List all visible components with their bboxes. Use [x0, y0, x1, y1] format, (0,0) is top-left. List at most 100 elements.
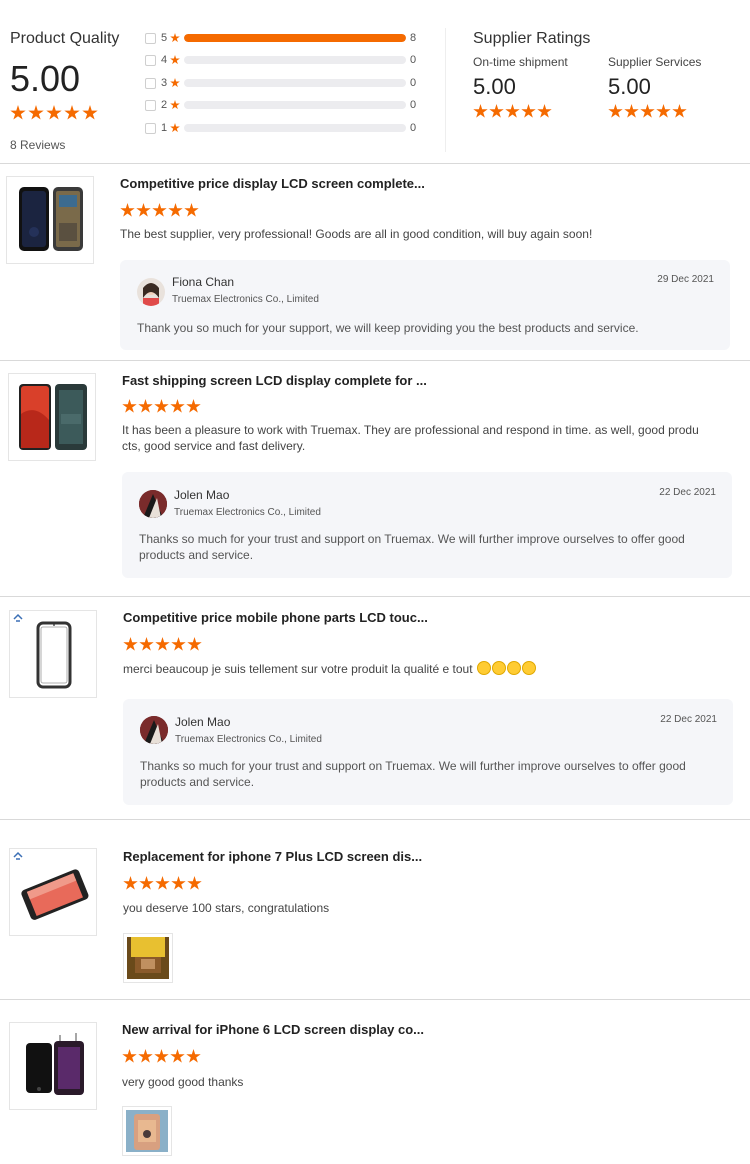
kiss-emoji-icon [491, 661, 506, 675]
star-icon [122, 1049, 137, 1063]
distribution-row-5[interactable]: 5 8 [145, 31, 425, 45]
review-text-content: merci beaucoup je suis tellement sur vot… [123, 662, 473, 676]
star-icon [640, 104, 655, 118]
distribution-row-3[interactable]: 3 0 [145, 76, 425, 90]
review-product-title[interactable]: Competitive price display LCD screen com… [120, 176, 425, 191]
star-icon [187, 637, 202, 651]
star-icon [170, 55, 180, 65]
reply-date: 22 Dec 2021 [660, 714, 717, 725]
star-icon [171, 637, 186, 651]
star-icon [672, 104, 687, 118]
review-product-title[interactable]: New arrival for iPhone 6 LCD screen disp… [122, 1022, 424, 1037]
reply-author-name: Fiona Chan [172, 275, 235, 289]
product-thumbnail[interactable] [8, 373, 96, 461]
star-icon [82, 105, 98, 120]
distribution-stars: 3 [161, 77, 168, 89]
review-text: It has been a pleasure to work with True… [122, 423, 699, 453]
review-product-title[interactable]: Competitive price mobile phone parts LCD… [123, 610, 428, 625]
distribution-count: 8 [410, 32, 417, 44]
review-item: Fast shipping screen LCD display complet… [0, 361, 750, 597]
ontime-stars [473, 104, 568, 119]
services-label: Supplier Services [608, 55, 702, 69]
filter-checkbox[interactable] [145, 99, 156, 111]
review-item: Competitive price mobile phone parts LCD… [0, 597, 750, 820]
product-quality-title: Product Quality [10, 30, 120, 47]
distribution-bar [184, 101, 406, 109]
avatar [140, 716, 168, 744]
star-icon [168, 203, 183, 217]
reply-company: Truemax Electronics Co., Limited [175, 734, 322, 745]
review-stars [122, 1049, 202, 1064]
review-item: Competitive price display LCD screen com… [0, 164, 750, 361]
distribution-bar [184, 79, 406, 87]
star-icon [154, 399, 169, 413]
product-thumbnail[interactable] [6, 176, 94, 264]
ontime-shipment-rating: On-time shipment 5.00 [473, 55, 568, 119]
review-text: merci beaucoup je suis tellement sur vot… [123, 661, 703, 677]
star-icon [123, 876, 138, 890]
star-icon [138, 1049, 153, 1063]
reply-author-name: Jolen Mao [174, 488, 230, 502]
distribution-count: 0 [410, 77, 417, 89]
star-icon [521, 104, 536, 118]
product-thumbnail[interactable] [9, 848, 97, 936]
star-icon [139, 876, 154, 890]
distribution-bar [184, 56, 406, 64]
product-quality-score: 5.00 [10, 58, 81, 99]
review-item: Replacement for iphone 7 Plus LCD screen… [0, 820, 750, 1000]
distribution-stars: 5 [161, 32, 168, 44]
filter-checkbox[interactable] [145, 54, 156, 66]
filter-checkbox[interactable] [145, 32, 156, 44]
review-product-title[interactable]: Replacement for iphone 7 Plus LCD screen… [123, 849, 422, 864]
supplier-reply: Fiona Chan Truemax Electronics Co., Limi… [120, 260, 730, 350]
kiss-emoji-icon [506, 661, 521, 675]
avatar [137, 278, 165, 306]
reply-text: Thanks so much for your trust and suppor… [140, 759, 686, 789]
review-text: very good good thanks [122, 1075, 244, 1089]
ontime-score: 5.00 [473, 74, 516, 99]
reply-company: Truemax Electronics Co., Limited [172, 294, 319, 305]
services-stars [608, 104, 701, 119]
review-stars [123, 876, 203, 891]
star-icon [10, 105, 26, 120]
review-stars [123, 637, 203, 652]
review-product-title[interactable]: Fast shipping screen LCD display complet… [122, 373, 427, 388]
heart-eyes-emoji-icon [476, 661, 491, 675]
supplier-ratings-title: Supplier Ratings [473, 30, 591, 47]
rating-summary: Product Quality 5.00 8 Reviews 5 8 4 0 3… [0, 0, 750, 164]
product-thumbnail[interactable] [9, 610, 97, 698]
product-quality-stars [10, 105, 100, 121]
distribution-stars: 1 [161, 122, 168, 134]
filter-checkbox[interactable] [145, 77, 156, 89]
reply-text: Thanks so much for your trust and suppor… [139, 532, 685, 562]
star-icon [537, 104, 552, 118]
star-icon [154, 1049, 169, 1063]
star-icon [28, 105, 44, 120]
star-icon [155, 637, 170, 651]
star-icon [171, 876, 186, 890]
filter-checkbox[interactable] [145, 122, 156, 134]
star-icon [489, 104, 504, 118]
star-icon [139, 637, 154, 651]
distribution-row-1[interactable]: 1 0 [145, 121, 425, 135]
star-icon [170, 33, 180, 43]
review-item: New arrival for iPhone 6 LCD screen disp… [0, 1000, 750, 1164]
star-icon [505, 104, 520, 118]
reply-date: 29 Dec 2021 [657, 274, 714, 285]
star-icon [184, 203, 199, 217]
review-photo[interactable] [123, 933, 173, 983]
review-photo[interactable] [122, 1106, 172, 1156]
product-thumbnail[interactable] [9, 1022, 97, 1110]
star-icon [170, 100, 180, 110]
reply-author-name: Jolen Mao [175, 715, 231, 729]
star-icon [64, 105, 80, 120]
distribution-row-2[interactable]: 2 0 [145, 98, 425, 112]
star-icon [186, 1049, 201, 1063]
star-icon [473, 104, 488, 118]
supplier-reply: Jolen Mao Truemax Electronics Co., Limit… [123, 699, 733, 805]
reply-date: 22 Dec 2021 [659, 487, 716, 498]
reply-text: Thank you so much for your support, we w… [137, 321, 639, 335]
distribution-row-4[interactable]: 4 0 [145, 53, 425, 67]
review-stars [120, 203, 200, 218]
reply-company: Truemax Electronics Co., Limited [174, 507, 321, 518]
